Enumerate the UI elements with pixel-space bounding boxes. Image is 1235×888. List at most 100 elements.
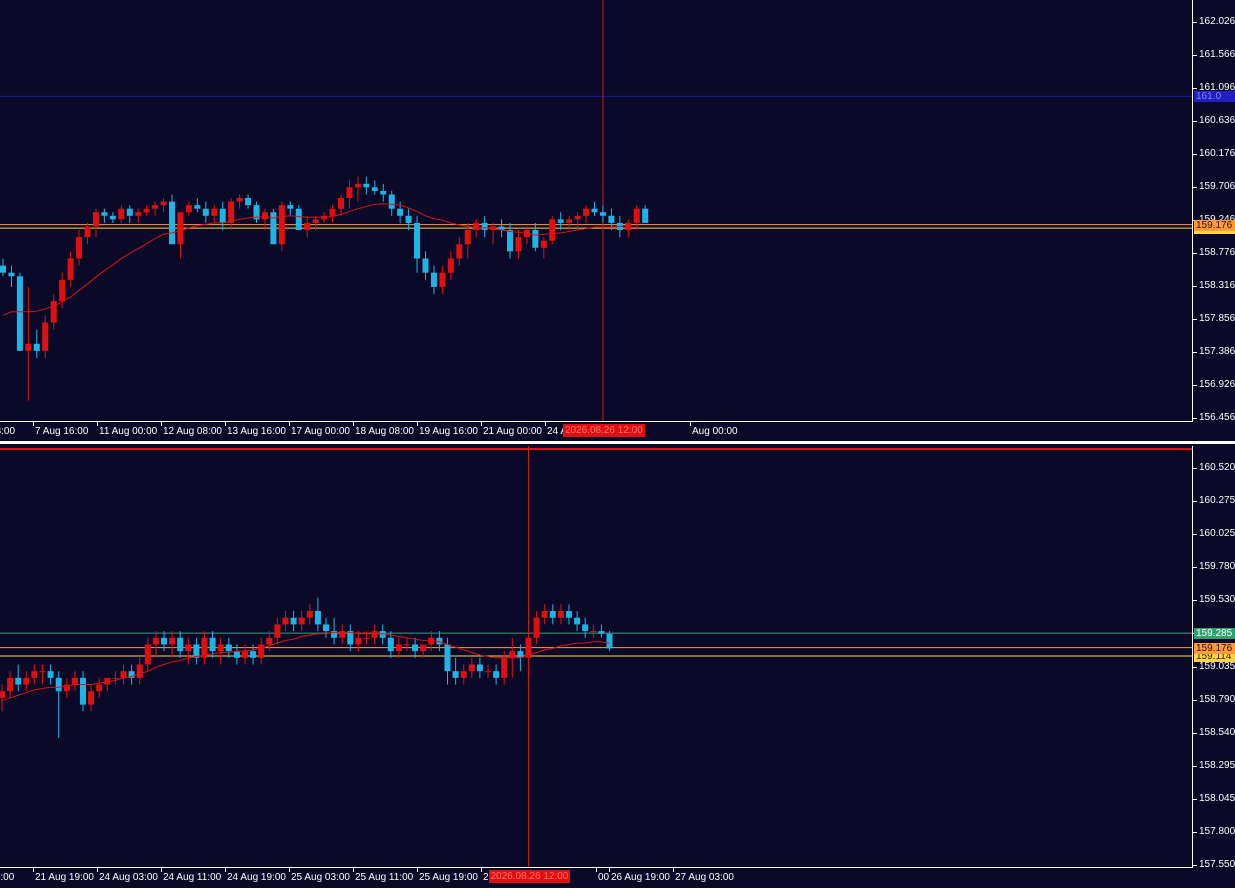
candle xyxy=(194,198,201,213)
time-tick-label: 12 Aug 08:00 xyxy=(163,426,222,437)
price-tick-mark xyxy=(1193,699,1197,701)
time-tick-label: 27 Aug 03:00 xyxy=(675,872,734,883)
candle xyxy=(126,205,133,223)
candle xyxy=(329,205,336,223)
candle xyxy=(169,194,175,245)
candle xyxy=(347,624,354,652)
time-tick-mark xyxy=(545,422,546,426)
candle xyxy=(582,617,589,638)
price-tick-label: 161.566 xyxy=(1199,49,1235,60)
price-tick-mark xyxy=(1193,88,1197,89)
candle xyxy=(193,637,200,665)
candle xyxy=(414,215,421,273)
candle xyxy=(574,212,581,231)
time-tick-mark xyxy=(289,422,290,426)
green-level-pricebox: 159.285 xyxy=(1194,628,1235,640)
time-tick-mark xyxy=(33,422,34,426)
candle xyxy=(498,219,505,238)
candle xyxy=(598,624,605,638)
top-price-scale[interactable]: 162.026 161.566 161.096 160.636 160.176 159.7… xyxy=(1192,0,1235,423)
time-tick-label: 21 Aug 00:00 xyxy=(483,426,542,437)
candle xyxy=(109,212,116,223)
ask-pricebox: 159.176 xyxy=(1194,642,1235,654)
candle xyxy=(104,677,111,692)
candle xyxy=(625,219,632,238)
time-tick-label: 17 Aug 00:00 xyxy=(291,426,350,437)
candle xyxy=(92,208,99,238)
candle xyxy=(346,180,353,209)
bottom-chart-panel: 160.520 160.275 160.025 159.780 159.530 159.2… xyxy=(0,446,1235,888)
price-tick-label: 156.456 xyxy=(1199,412,1235,423)
price-tick-label: 159.706 xyxy=(1199,181,1235,192)
candle xyxy=(101,208,108,223)
candle xyxy=(566,604,572,625)
candle xyxy=(388,190,395,216)
time-tick-label: 11 Aug 00:00 xyxy=(99,426,158,437)
time-tick-label: 26 Aug 19:00 xyxy=(611,872,670,883)
time-tick-mark xyxy=(225,422,226,426)
price-tick-mark xyxy=(1193,352,1197,353)
candle xyxy=(42,315,49,358)
candle xyxy=(236,194,243,209)
price-tick-mark xyxy=(1193,765,1197,767)
candle xyxy=(583,205,590,223)
candle xyxy=(211,205,218,223)
candle xyxy=(439,265,446,295)
candle xyxy=(481,215,488,238)
candle xyxy=(515,230,522,259)
candle xyxy=(143,205,150,216)
candle xyxy=(185,637,192,665)
candle xyxy=(447,251,454,280)
candle xyxy=(533,611,540,645)
price-tick-mark xyxy=(1193,385,1197,386)
candle xyxy=(633,205,640,231)
price-tick-mark xyxy=(1193,319,1197,320)
time-tick-mark xyxy=(353,868,354,872)
top-time-axis[interactable]: 08:00 7 Aug 16:00 11 Aug 00:00 12 Aug 08:00… xyxy=(0,421,1193,440)
candle xyxy=(338,194,344,216)
price-tick-mark xyxy=(1193,121,1197,122)
price-tick-mark xyxy=(1193,187,1197,188)
candle xyxy=(485,664,491,678)
time-tick-label: 24 Aug 11:00 xyxy=(163,872,222,883)
bottom-time-axis[interactable]: 11:00 21 Aug 19:00 24 Aug 03:00 24 Aug 11:0… xyxy=(0,867,1193,886)
candle xyxy=(160,198,167,213)
candle xyxy=(120,664,127,685)
time-tick-mark xyxy=(417,868,418,872)
candle xyxy=(225,637,232,658)
price-tick-label: 159.780 xyxy=(1199,561,1235,573)
bottom-chart-plot[interactable] xyxy=(0,446,1193,868)
candle xyxy=(33,329,40,358)
candle xyxy=(136,657,143,685)
candle xyxy=(405,208,412,231)
candle xyxy=(354,176,361,202)
price-tick-label: 158.790 xyxy=(1199,693,1235,705)
blue-level-pricebox: 161.0 xyxy=(1194,91,1235,103)
price-tick-label: 160.636 xyxy=(1199,115,1235,126)
panel-divider[interactable] xyxy=(0,441,1235,444)
bottom-chart-svg xyxy=(0,446,1193,868)
time-tick-label: Aug 00:00 xyxy=(692,426,738,437)
candle xyxy=(55,671,62,739)
time-tick-mark xyxy=(690,422,691,426)
price-tick-label: 157.856 xyxy=(1199,313,1235,324)
candle xyxy=(50,294,57,330)
candle xyxy=(0,258,6,277)
top-chart-plot[interactable] xyxy=(0,0,1193,422)
candle xyxy=(290,611,297,632)
candle xyxy=(314,597,321,632)
price-tick-label: 160.520 xyxy=(1199,462,1235,473)
candle xyxy=(217,637,224,665)
candle xyxy=(135,208,142,223)
time-tick-label: 25 Aug 03:00 xyxy=(291,872,350,883)
time-tick-label: 08:00 xyxy=(0,426,16,437)
time-tick-mark xyxy=(225,868,226,872)
bottom-price-scale[interactable]: 160.520 160.275 160.025 159.780 159.530 159.2… xyxy=(1192,446,1235,870)
candle xyxy=(63,677,70,698)
price-tick-mark xyxy=(1193,831,1197,833)
candle xyxy=(590,624,597,638)
time-tick-label: 00 xyxy=(598,872,610,883)
candle xyxy=(258,637,265,665)
candle xyxy=(15,664,22,692)
price-tick-mark xyxy=(1193,732,1197,734)
